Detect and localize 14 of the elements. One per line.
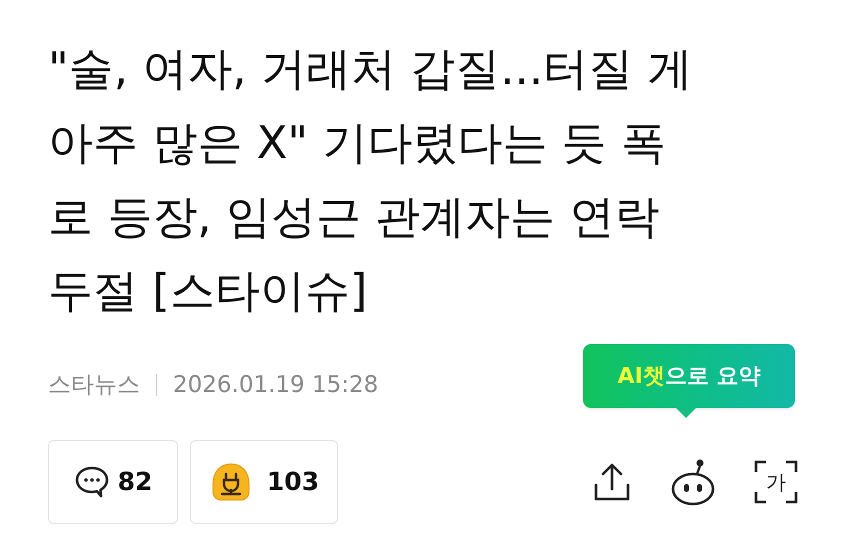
speech-bubble-icon [74,465,110,499]
robot-icon[interactable] [670,458,716,506]
reaction-button[interactable]: 103 [190,440,338,524]
summary-label: 으로 요약 [664,362,760,390]
publish-date: 2026.01.19 15:28 [173,370,378,400]
tooltip-pointer [676,408,696,418]
headline-line: 아주 많은 X" 기다렸다는 듯 폭 [48,115,668,171]
ai-chat-label: AI챗 [618,362,665,390]
headline-line: 로 등장, 임성근 관계자는 연락 [48,189,661,245]
headline-line: "술, 여자, 거래처 갑질...터질 게 [48,41,694,97]
translate-button[interactable]: 가 [754,460,798,504]
headline-line: 두절 [스타이슈] [48,263,368,319]
share-icon[interactable] [592,461,632,503]
comment-button[interactable]: 82 [48,440,178,524]
